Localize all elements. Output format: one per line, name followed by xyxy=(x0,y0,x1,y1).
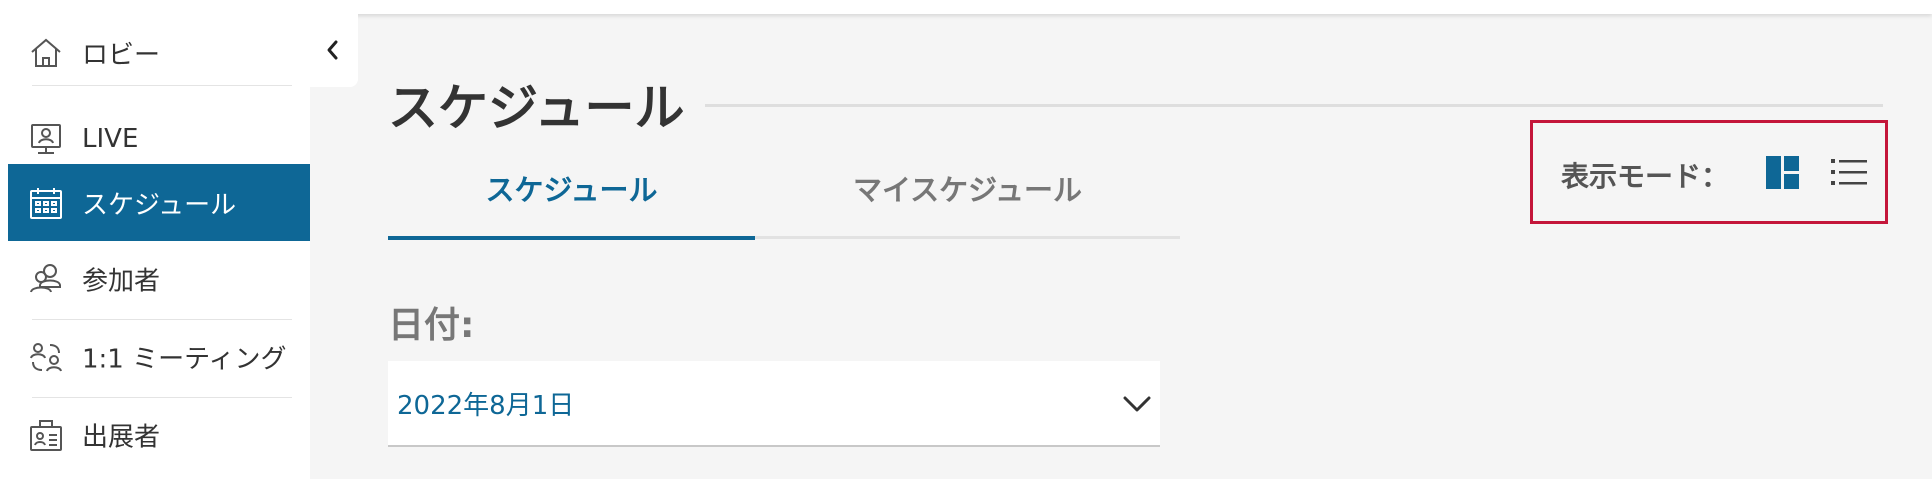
sidebar-item-lobby[interactable]: ロビー xyxy=(8,14,310,91)
date-select[interactable]: 2022年8月1日 xyxy=(388,361,1160,447)
view-mode-panel: 表示モード： xyxy=(1530,120,1888,224)
sidebar-item-participants[interactable]: 参加者 xyxy=(8,240,310,317)
chevron-down-icon xyxy=(1123,396,1151,412)
sidebar-item-exhibitors[interactable]: 出展者 xyxy=(8,396,310,473)
date-select-value: 2022年8月1日 xyxy=(397,391,575,421)
sidebar-item-meeting[interactable]: 1:1 ミーティング xyxy=(8,318,310,395)
sidebar-item-schedule[interactable]: スケジュール xyxy=(8,164,310,241)
sidebar-item-label: ロビー xyxy=(82,40,161,70)
tab-schedule[interactable]: スケジュール xyxy=(388,162,755,240)
sidebar-item-label: 参加者 xyxy=(82,266,161,296)
sidebar-item-label: スケジュール xyxy=(82,190,237,220)
list-view-icon[interactable] xyxy=(1831,157,1867,187)
grid-view-icon[interactable] xyxy=(1766,156,1799,189)
sidebar: ロビー LIVE スケジュール 参加者 1:1 ミーティング 出展者 xyxy=(0,14,310,479)
meeting-icon xyxy=(30,342,62,371)
chevron-left-icon xyxy=(327,40,338,60)
divider xyxy=(32,85,292,86)
title-divider xyxy=(705,104,1883,107)
live-presenter-icon xyxy=(31,123,61,154)
sidebar-item-label: 出展者 xyxy=(82,422,161,452)
view-mode-label: 表示モード： xyxy=(1561,160,1730,193)
exhibitor-icon xyxy=(30,419,62,451)
sidebar-item-label: 1:1 ミーティング xyxy=(82,344,287,374)
date-label: 日付: xyxy=(388,305,475,346)
active-tab-indicator xyxy=(388,236,755,240)
top-bar xyxy=(0,0,1932,14)
page-title: スケジュール xyxy=(388,79,685,137)
calendar-icon xyxy=(30,187,62,219)
participants-icon xyxy=(30,263,61,292)
sidebar-item-label: LIVE xyxy=(82,123,139,154)
tab-my-schedule[interactable]: マイスケジュール xyxy=(755,162,1180,240)
sidebar-collapse-button[interactable] xyxy=(310,14,358,87)
home-icon xyxy=(31,38,61,67)
